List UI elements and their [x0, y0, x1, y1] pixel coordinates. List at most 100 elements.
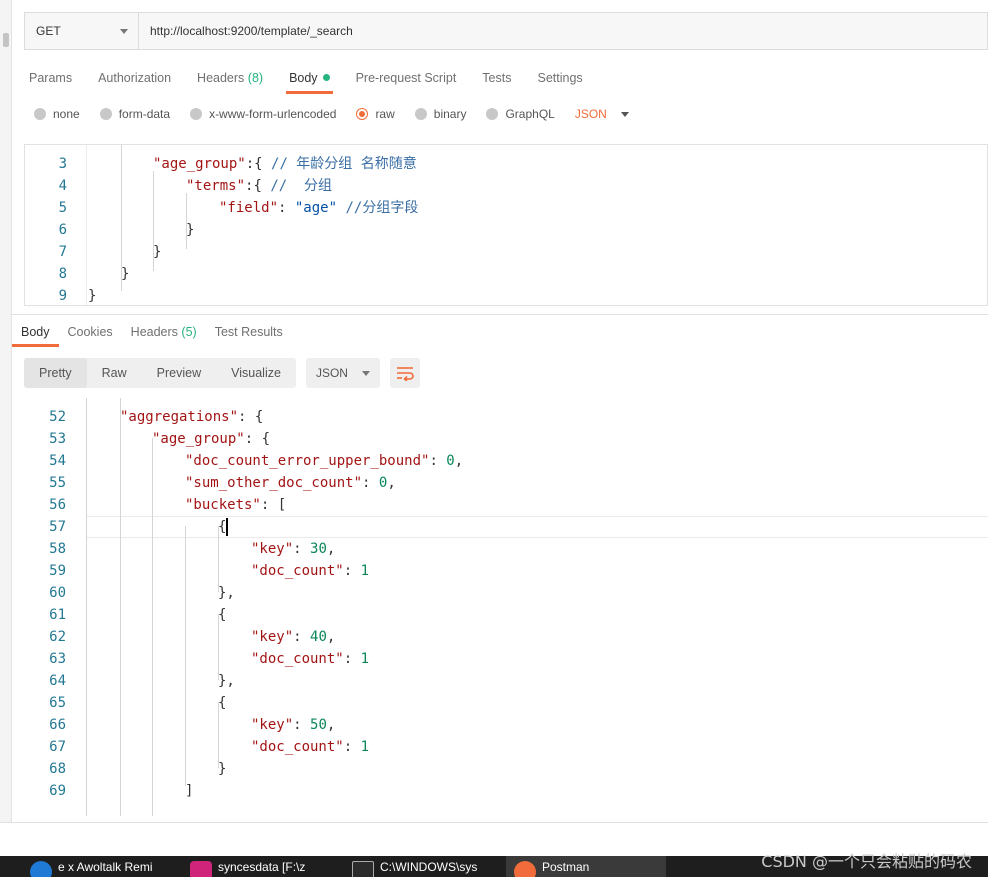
json-key: "key": [251, 541, 294, 557]
json-key: "doc_count": [251, 739, 344, 755]
taskbar-item-postman[interactable]: Postman: [506, 856, 666, 877]
remote-app-icon: [30, 860, 52, 877]
line-number: 5: [58, 200, 67, 216]
radio-graphql-label: GraphQL: [505, 107, 555, 121]
taskbar-item-remote[interactable]: e x Awoltalk Remi: [30, 856, 170, 877]
punct: : [: [260, 497, 287, 513]
method-select[interactable]: GET: [25, 13, 139, 49]
punct: ,: [454, 453, 464, 469]
tab-headers-label: Headers: [197, 71, 245, 85]
tab-body[interactable]: Body: [276, 62, 343, 94]
postman-app-icon: [514, 860, 536, 877]
resp-tab-headers[interactable]: Headers (5): [122, 317, 206, 347]
radio-urlencoded[interactable]: x-www-form-urlencoded: [190, 107, 336, 121]
tab-settings[interactable]: Settings: [524, 62, 595, 94]
taskbar-item-label: syncesdata [F:\z: [218, 859, 306, 874]
raw-button[interactable]: Raw: [87, 358, 142, 388]
left-scroll-strip[interactable]: [0, 0, 12, 823]
radio-none-label: none: [53, 107, 80, 121]
pretty-button[interactable]: Pretty: [24, 358, 87, 388]
radio-on-icon: [356, 108, 369, 120]
line-number: 7: [58, 244, 67, 260]
code-line: 7}: [25, 241, 162, 263]
url-input[interactable]: http://localhost:9200/template/_search: [139, 24, 353, 38]
radio-form-data[interactable]: form-data: [99, 107, 171, 121]
punct: ,: [387, 475, 396, 491]
wrap-lines-button[interactable]: [389, 358, 420, 388]
taskbar-item-terminal[interactable]: C:\WINDOWS\sys: [352, 856, 497, 877]
radio-form-data-label: form-data: [118, 107, 171, 121]
radio-none[interactable]: none: [34, 107, 80, 121]
json-string: "age": [294, 200, 338, 216]
punct: },: [218, 673, 235, 689]
punct: ,: [326, 541, 336, 557]
punct: :{: [245, 156, 272, 172]
radio-off-icon: [190, 108, 203, 120]
json-key: "doc_count_error_upper_bound": [185, 453, 430, 469]
tab-pre-request-script[interactable]: Pre-request Script: [343, 62, 470, 94]
punct: :: [293, 541, 311, 557]
punct: :: [293, 629, 311, 645]
punct: :: [343, 651, 361, 667]
chevron-down-icon: [620, 111, 629, 117]
punct: }: [88, 288, 97, 304]
tab-body-label: Body: [289, 71, 318, 85]
taskbar-item-ide[interactable]: syncesdata [F:\z: [190, 856, 330, 877]
radio-binary[interactable]: binary: [414, 107, 467, 121]
response-body-viewer[interactable]: 52 "aggregations": { 53 "age_group": { 54 "…: [24, 398, 988, 816]
tab-headers[interactable]: Headers (8): [184, 62, 276, 94]
chevron-down-icon: [361, 370, 370, 376]
line-number: 4: [58, 178, 67, 194]
line-number: 58: [49, 541, 66, 557]
punct: :: [343, 739, 361, 755]
raw-format-select[interactable]: JSON: [575, 107, 629, 121]
code-line: 53 "age_group": {: [24, 428, 270, 450]
code-line: 62 "key": 40,: [24, 626, 335, 648]
punct: }: [153, 244, 162, 260]
indent-guide: [86, 398, 87, 816]
json-number: 1: [360, 563, 370, 579]
json-key: "terms": [186, 178, 246, 194]
code-line: 55 "sum_other_doc_count": 0,: [24, 472, 396, 494]
code-line: 68}: [24, 758, 226, 780]
resp-tab-cookies[interactable]: Cookies: [59, 317, 122, 347]
code-line: 5 "field": "age" //分组字段: [25, 197, 419, 219]
preview-button[interactable]: Preview: [142, 358, 216, 388]
code-line: 54 "doc_count_error_upper_bound": 0,: [24, 450, 463, 472]
radio-binary-label: binary: [433, 107, 467, 121]
method-label: GET: [36, 24, 61, 38]
code-line: 9}: [25, 285, 97, 305]
json-key: "key": [251, 717, 294, 733]
tab-tests[interactable]: Tests: [469, 62, 524, 94]
code-line: 3 "age_group":{ // 年龄分组 名称随意: [25, 153, 417, 175]
response-format-select[interactable]: JSON: [305, 358, 380, 388]
radio-raw[interactable]: raw: [356, 107, 395, 121]
code-line: 6}: [25, 219, 195, 241]
radio-graphql[interactable]: GraphQL: [486, 107, 555, 121]
wrap-lines-icon: [396, 367, 414, 381]
terminal-app-icon: [352, 860, 374, 877]
radio-urlencoded-label: x-www-form-urlencoded: [209, 107, 337, 121]
punct: : {: [244, 431, 271, 447]
line-number: 6: [58, 222, 67, 238]
code-line: 56 "buckets": [: [24, 494, 286, 516]
punct: ]: [185, 783, 194, 799]
line-number: 52: [49, 409, 66, 425]
resp-tab-test-results[interactable]: Test Results: [206, 317, 292, 347]
line-number: 60: [49, 585, 66, 601]
ide-app-icon: [190, 860, 212, 877]
punct: ,: [326, 629, 336, 645]
json-key: "sum_other_doc_count": [185, 475, 363, 491]
visualize-button[interactable]: Visualize: [216, 358, 296, 388]
json-key: "age_group": [152, 431, 245, 447]
line-number: 9: [58, 288, 67, 304]
tab-authorization[interactable]: Authorization: [85, 62, 184, 94]
line-number: 3: [58, 156, 67, 172]
line-number: 62: [49, 629, 66, 645]
scroll-thumb[interactable]: [3, 33, 9, 47]
tab-params[interactable]: Params: [16, 62, 85, 94]
line-number: 56: [49, 497, 66, 513]
resp-tab-body[interactable]: Body: [12, 317, 59, 347]
punct: :: [293, 717, 311, 733]
request-body-editor[interactable]: 3 "age_group":{ // 年龄分组 名称随意 4 "terms":{ /…: [24, 144, 988, 306]
